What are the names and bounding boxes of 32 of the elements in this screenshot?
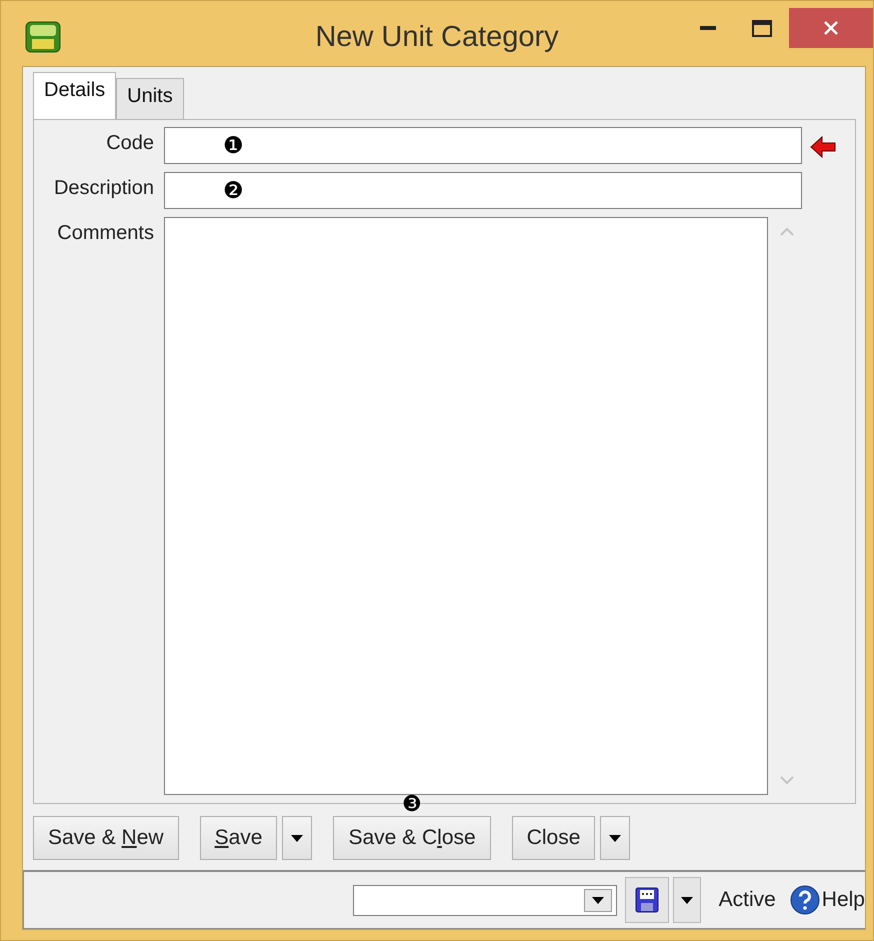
caret-icon	[592, 896, 604, 904]
caret-icon	[609, 834, 622, 842]
tab[interactable]: Details	[33, 72, 116, 119]
save-button[interactable]	[624, 877, 669, 923]
close-icon	[823, 20, 839, 36]
action-button[interactable]: Close	[512, 816, 596, 860]
action-button[interactable]: Save & Close	[333, 816, 491, 860]
field-label: Description	[52, 176, 155, 200]
field-label: Code	[105, 131, 155, 155]
callout-number: ❶	[223, 134, 244, 157]
callout-number: ❷	[223, 179, 244, 202]
app-icon	[25, 21, 61, 53]
action-button[interactable]: Save	[200, 816, 278, 860]
combo-field[interactable]	[352, 884, 617, 916]
tab[interactable]: Units	[116, 78, 184, 119]
dropdown-button[interactable]	[600, 816, 630, 860]
caret-icon	[291, 834, 304, 842]
help-icon	[790, 885, 820, 915]
status-label: Active	[718, 888, 776, 912]
dropdown-button[interactable]	[672, 877, 701, 923]
callout-number: ❸	[402, 793, 422, 815]
field-label: Comments	[56, 221, 155, 245]
input-field[interactable]: ❶	[164, 127, 802, 164]
window-title: New Unit Category	[315, 21, 559, 54]
close-button[interactable]	[789, 8, 873, 48]
maximize-icon	[752, 20, 772, 36]
minimize-icon	[700, 26, 716, 30]
input-field[interactable]: ❷	[164, 172, 802, 209]
caret-icon	[680, 896, 693, 904]
help-button[interactable]: Help	[790, 885, 865, 915]
action-button[interactable]: Save & New	[33, 816, 179, 860]
dropdown-button[interactable]	[282, 816, 312, 860]
